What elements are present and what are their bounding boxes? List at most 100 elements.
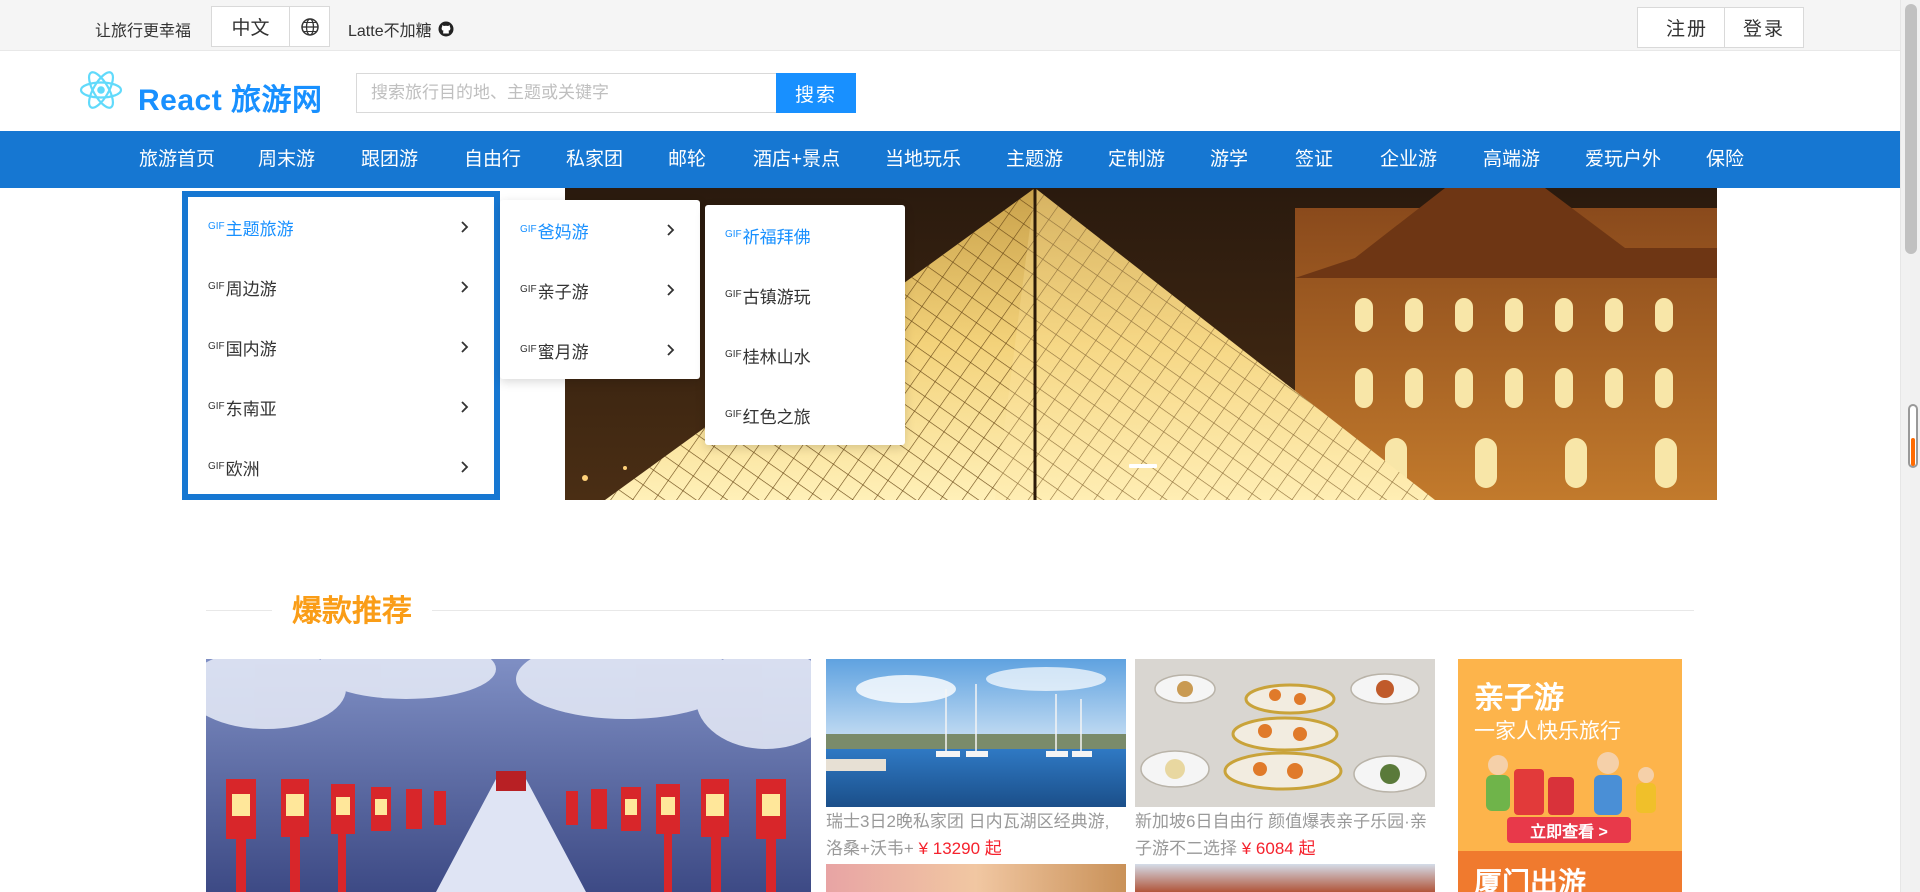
menu-item-nearby[interactable]: GIF 周边游 [188,257,494,317]
menu-item-label: 主题旅游 [225,219,294,239]
github-icon [438,21,454,37]
nav-item-outdoor[interactable]: 爱玩户外 [1585,131,1661,188]
nav-item-cruise[interactable]: 邮轮 [668,131,706,188]
brand-title[interactable]: React 旅游网 [138,75,323,119]
header: React 旅游网 搜索 [0,51,1900,131]
nav-item-visa[interactable]: 签证 [1295,131,1333,188]
submenu-item-guilin[interactable]: GIF 桂林山水 [705,325,905,385]
submenu-level-2: GIF 爸妈游 GIF 亲子游 GIF 蜜月游 [500,200,700,379]
submenu-item-parents[interactable]: GIF 爸妈游 [500,200,700,260]
gif-tag: GIF [208,281,225,292]
promo-cta-button[interactable]: 立即查看 > [1507,817,1631,843]
menu-item-label: 东南亚 [225,399,277,419]
family-trip-promo[interactable]: 亲子游 一家人快乐旅行 立即查看 > 厦门出游 [1458,659,1682,892]
register-button[interactable]: 注册 [1637,7,1737,48]
nav-item-custom-tour[interactable]: 定制游 [1108,131,1165,188]
gif-tag: GIF [520,344,537,355]
menu-item-southeast-asia[interactable]: GIF 东南亚 [188,377,494,437]
nav-item-home[interactable]: 旅游首页 [139,131,215,188]
featured-product-image[interactable] [206,659,811,892]
nav-item-weekend[interactable]: 周末游 [258,131,315,188]
menu-item-domestic[interactable]: GIF 国内游 [188,317,494,377]
menu-item-label: 周边游 [225,279,277,299]
chevron-right-icon [667,284,675,296]
language-button[interactable]: 中文 [212,7,290,46]
product-image-building[interactable] [1135,864,1435,892]
menu-item-label: 祈福拜佛 [742,227,811,247]
top-bar: 让旅行更幸福 中文 Latte不加糖 注册 登录 [0,0,1900,51]
main-nav: 旅游首页 周末游 跟团游 自由行 私家团 邮轮 酒店+景点 当地玩乐 主题游 定… [0,131,1900,188]
menu-item-label: 蜜月游 [537,342,589,362]
submenu-item-prayer[interactable]: GIF 祈福拜佛 [705,205,905,265]
nav-item-group-tour[interactable]: 跟团游 [361,131,418,188]
nav-item-hotel-attraction[interactable]: 酒店+景点 [753,131,840,188]
gif-tag: GIF [208,341,225,352]
product-price: ¥ 6084 起 [1241,839,1316,858]
gif-tag: GIF [208,401,225,412]
chevron-right-icon [461,281,469,293]
family-illustration [1486,752,1656,815]
nav-item-local-fun[interactable]: 当地玩乐 [885,131,961,188]
nav-item-insurance[interactable]: 保险 [1706,131,1744,188]
carousel-dot[interactable] [1129,464,1157,468]
gif-tag: GIF [725,349,742,360]
menu-item-theme-travel[interactable]: GIF 主题旅游 [188,197,494,257]
nav-item-private-tour[interactable]: 私家团 [566,131,623,188]
menu-item-label: 红色之旅 [742,407,811,427]
nav-item-premium[interactable]: 高端游 [1483,131,1540,188]
menu-item-label: 亲子游 [537,282,589,302]
category-menu: GIF 主题旅游 GIF 周边游 GIF 国内游 GIF 东南亚 GIF 欧洲 [182,191,500,500]
section-title: 爆款推荐 [272,586,432,630]
gif-tag: GIF [208,221,225,232]
gif-tag: GIF [520,284,537,295]
chevron-right-icon [461,461,469,473]
product-caption-geneva[interactable]: 瑞士3日2晚私家团 日内瓦湖区经典游,洛桑+沃韦+ ¥ 13290 起 [826,808,1126,862]
chevron-right-icon [461,221,469,233]
user-github-link[interactable]: Latte不加糖 [348,17,454,41]
nav-item-theme-tour[interactable]: 主题游 [1006,131,1063,188]
menu-item-label: 欧洲 [225,459,260,479]
snow-lantern-image [206,659,811,892]
globe-dropdown-button[interactable] [290,7,329,46]
chevron-right-icon [461,341,469,353]
menu-item-label: 桂林山水 [742,347,811,367]
submenu-item-red-tour[interactable]: GIF 红色之旅 [705,385,905,445]
submenu-item-honeymoon[interactable]: GIF 蜜月游 [500,320,700,380]
submenu-item-family[interactable]: GIF 亲子游 [500,260,700,320]
gif-tag: GIF [725,409,742,420]
react-logo-icon[interactable] [78,67,124,113]
product-price: ¥ 13290 起 [918,839,1002,858]
submenu-item-ancient-town[interactable]: GIF 古镇游玩 [705,265,905,325]
menu-item-europe[interactable]: GIF 欧洲 [188,437,494,497]
nav-item-corporate[interactable]: 企业游 [1380,131,1437,188]
geneva-lake-image [826,659,1126,807]
product-caption-singapore[interactable]: 新加坡6日自由行 颜值爆表亲子乐园·亲子游不二选择 ¥ 6084 起 [1135,808,1435,862]
promo-next-title: 厦门出游 [1474,867,1587,892]
search-button[interactable]: 搜索 [776,73,856,113]
gif-tag: GIF [725,289,742,300]
carousel-dots [1129,464,1157,468]
submenu-level-3: GIF 祈福拜佛 GIF 古镇游玩 GIF 桂林山水 GIF 红色之旅 [705,205,905,445]
scrollbar-thumb[interactable] [1905,4,1917,254]
singapore-food-image [1135,659,1435,807]
product-image-singapore[interactable] [1135,659,1435,807]
chevron-right-icon [667,344,675,356]
globe-icon [300,17,319,36]
search-input[interactable] [356,73,776,113]
menu-item-label: 国内游 [225,339,277,359]
product-image-cherry[interactable] [826,864,1126,892]
promo-next-banner[interactable]: 厦门出游 [1458,851,1682,892]
product-image-geneva[interactable] [826,659,1126,807]
side-drag-handle[interactable] [1908,404,1918,468]
user-name: Latte不加糖 [348,23,432,40]
promo-subtitle: 一家人快乐旅行 [1474,720,1621,743]
gif-tag: GIF [725,229,742,240]
menu-item-label: 古镇游玩 [742,287,811,307]
nav-item-free-travel[interactable]: 自由行 [464,131,521,188]
gif-tag: GIF [208,461,225,472]
language-switcher: 中文 [211,6,330,47]
nav-item-study-tour[interactable]: 游学 [1210,131,1248,188]
slogan: 让旅行更幸福 [95,23,192,40]
chevron-right-icon [667,224,675,236]
login-button[interactable]: 登录 [1724,7,1804,48]
